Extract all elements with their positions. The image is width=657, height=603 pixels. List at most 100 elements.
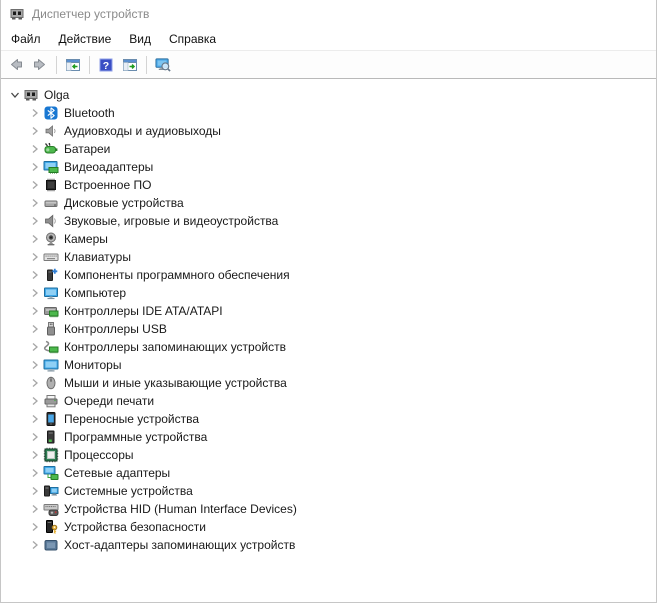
ide-controller-icon [43,303,59,319]
chevron-right-icon[interactable] [27,159,43,175]
chevron-right-icon[interactable] [27,339,43,355]
tree-item[interactable]: Системные устройства [1,482,656,500]
tree-item-label: Дисковые устройства [64,196,184,210]
tree-item-label: Устройства HID (Human Interface Devices) [64,502,297,516]
chevron-right-icon[interactable] [27,537,43,553]
tree-item-label: Сетевые адаптеры [64,466,170,480]
tree-item[interactable]: Переносные устройства [1,410,656,428]
toolbar-separator [146,56,147,74]
tree-item-label: Очереди печати [64,394,154,408]
tree-item[interactable]: Устройства безопасности [1,518,656,536]
tree-root-item[interactable]: Olga [1,86,656,104]
computer-root-icon [23,87,39,103]
tree-item[interactable]: Устройства HID (Human Interface Devices) [1,500,656,518]
mouse-icon [43,375,59,391]
scan-hardware-button[interactable] [152,54,174,76]
tree-item-label: Клавиатуры [64,250,131,264]
chevron-right-icon[interactable] [27,483,43,499]
tree-item[interactable]: Мониторы [1,356,656,374]
chevron-right-icon[interactable] [27,411,43,427]
tree-item[interactable]: Компьютер [1,284,656,302]
tree-item-label: Olga [44,88,69,102]
battery-icon [43,141,59,157]
chevron-right-icon[interactable] [27,393,43,409]
tree-item[interactable]: Bluetooth [1,104,656,122]
tree-item[interactable]: Мыши и иные указывающие устройства [1,374,656,392]
tree-item-label: Системные устройства [64,484,193,498]
chevron-right-icon[interactable] [27,501,43,517]
chevron-right-icon[interactable] [27,123,43,139]
tree-item[interactable]: Процессоры [1,446,656,464]
system-device-icon [43,483,59,499]
chevron-down-icon[interactable] [7,87,23,103]
chevron-right-icon[interactable] [27,519,43,535]
firmware-icon [43,177,59,193]
chevron-right-icon[interactable] [27,177,43,193]
menu-item-view[interactable]: Вид [120,29,160,49]
help-button[interactable]: ? [95,54,117,76]
forward-button[interactable] [29,54,51,76]
tree-item-label: Компьютер [64,286,126,300]
tree-item[interactable]: Контроллеры USB [1,320,656,338]
tree-item-label: Встроенное ПО [64,178,151,192]
console-tree-icon [65,57,81,73]
tree-item[interactable]: Контроллеры запоминающих устройств [1,338,656,356]
menu-item-action[interactable]: Действие [50,29,121,49]
tree-item[interactable]: Дисковые устройства [1,194,656,212]
chevron-right-icon[interactable] [27,213,43,229]
tree-item[interactable]: Программные устройства [1,428,656,446]
tree-item-label: Контроллеры USB [64,322,167,336]
chevron-right-icon[interactable] [27,141,43,157]
chevron-right-icon[interactable] [27,285,43,301]
title-bar: Диспетчер устройств [1,0,656,28]
tree-item[interactable]: Сетевые адаптеры [1,464,656,482]
network-adapter-icon [43,465,59,481]
tree-item[interactable]: Очереди печати [1,392,656,410]
tree-item[interactable]: Видеоадаптеры [1,158,656,176]
sound-icon [43,213,59,229]
chevron-right-icon[interactable] [27,195,43,211]
tree-item-label: Переносные устройства [64,412,199,426]
tree-item[interactable]: Компоненты программного обеспечения [1,266,656,284]
computer-icon [43,285,59,301]
processor-icon [43,447,59,463]
tree-item[interactable]: Аудиовходы и аудиовыходы [1,122,656,140]
action-pane-icon [122,57,138,73]
chevron-right-icon[interactable] [27,429,43,445]
toolbar: ? [1,51,656,79]
software-component-icon [43,267,59,283]
tree-item-label: Устройства безопасности [64,520,206,534]
chevron-right-icon[interactable] [27,231,43,247]
tree-item[interactable]: Звуковые, игровые и видеоустройства [1,212,656,230]
tree-item[interactable]: Контроллеры IDE ATA/ATAPI [1,302,656,320]
device-tree: Olga Bluetooth Аудиовходы и аудиовыходыБат… [1,79,656,554]
tree-item[interactable]: Клавиатуры [1,248,656,266]
tree-item-label: Процессоры [64,448,134,462]
tree-item[interactable]: Камеры [1,230,656,248]
tree-item[interactable]: Батареи [1,140,656,158]
back-button[interactable] [5,54,27,76]
tree-item[interactable]: Хост-адаптеры запоминающих устройств [1,536,656,554]
monitor-icon [43,357,59,373]
chevron-right-icon[interactable] [27,321,43,337]
chevron-right-icon[interactable] [27,105,43,121]
back-arrow-icon [8,57,24,73]
help-icon: ? [98,57,114,73]
chevron-right-icon[interactable] [27,303,43,319]
menu-item-help[interactable]: Справка [160,29,225,49]
scan-hardware-icon [155,57,171,73]
tree-item[interactable]: Встроенное ПО [1,176,656,194]
tree-item-label: Контроллеры IDE ATA/ATAPI [64,304,223,318]
chevron-right-icon[interactable] [27,267,43,283]
show-console-tree-button[interactable] [62,54,84,76]
tree-item-label: Bluetooth [64,106,115,120]
chevron-right-icon[interactable] [27,375,43,391]
tree-item-label: Мыши и иные указывающие устройства [64,376,287,390]
chevron-right-icon[interactable] [27,249,43,265]
usb-controller-icon [43,321,59,337]
menu-item-file[interactable]: Файл [2,29,50,49]
chevron-right-icon[interactable] [27,357,43,373]
chevron-right-icon[interactable] [27,465,43,481]
chevron-right-icon[interactable] [27,447,43,463]
action-pane-button[interactable] [119,54,141,76]
